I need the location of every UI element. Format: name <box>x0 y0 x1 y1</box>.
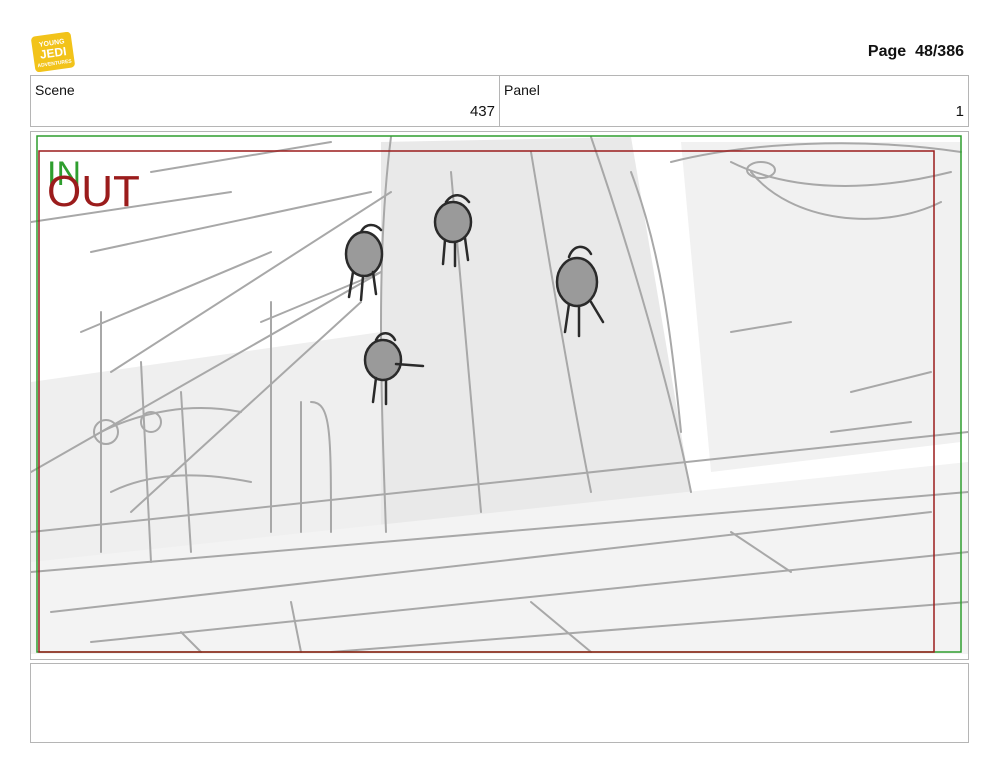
storyboard-panel: IN OUT <box>30 131 969 660</box>
panel-label: Panel <box>504 82 540 98</box>
scene-label: Scene <box>35 82 75 98</box>
out-marker: OUT <box>47 167 140 216</box>
storyboard-sketch: IN OUT <box>31 135 968 654</box>
character-figure <box>344 223 384 302</box>
scene-cell: Scene 437 <box>31 76 499 126</box>
panel-number: 1 <box>955 103 964 120</box>
panel-cell: Panel 1 <box>499 76 968 126</box>
panel-notes-box <box>30 663 969 743</box>
show-logo: YOUNG JEDI ADVENTURES <box>31 32 75 72</box>
page-count: 48/386 <box>915 43 964 60</box>
page-number: Page 48/386 <box>868 43 964 61</box>
page-label: Page <box>867 43 907 60</box>
scene-number: 437 <box>469 103 495 120</box>
scene-panel-info: Scene 437 Panel 1 <box>30 75 969 127</box>
